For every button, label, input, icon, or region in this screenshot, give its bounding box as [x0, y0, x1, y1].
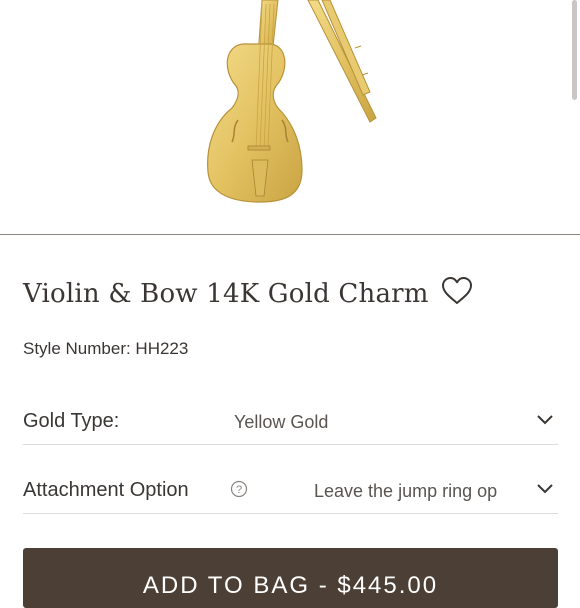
wishlist-button[interactable]	[440, 274, 474, 308]
gold-type-select[interactable]: Gold Type: Yellow Gold	[23, 400, 558, 445]
scroll-indicator[interactable]	[572, 0, 577, 100]
attachment-option-label: Attachment Option	[23, 479, 189, 501]
gold-type-value[interactable]: Yellow Gold	[234, 412, 328, 433]
add-to-bag-button[interactable]: ADD TO BAG - $445.00	[23, 548, 558, 608]
svg-text:?: ?	[236, 484, 242, 496]
chevron-down-icon[interactable]	[536, 414, 554, 426]
help-question-icon[interactable]: ?	[230, 480, 248, 498]
violin-shape	[207, 0, 303, 203]
product-title: Violin & Bow 14K Gold Charm	[23, 279, 429, 310]
attachment-option-value[interactable]: Leave the jump ring op	[314, 481, 511, 502]
style-number: Style Number: HH223	[23, 339, 189, 358]
bow-shape	[307, 0, 377, 123]
product-image	[0, 0, 580, 234]
chevron-down-icon[interactable]	[536, 483, 554, 495]
violin-and-bow-charm-image	[207, 0, 377, 203]
gold-type-label: Gold Type:	[23, 410, 120, 432]
image-divider	[0, 234, 580, 235]
heart-outline-icon	[442, 277, 472, 304]
attachment-option-select[interactable]: Attachment Option ? Leave the jump ring …	[23, 469, 558, 514]
